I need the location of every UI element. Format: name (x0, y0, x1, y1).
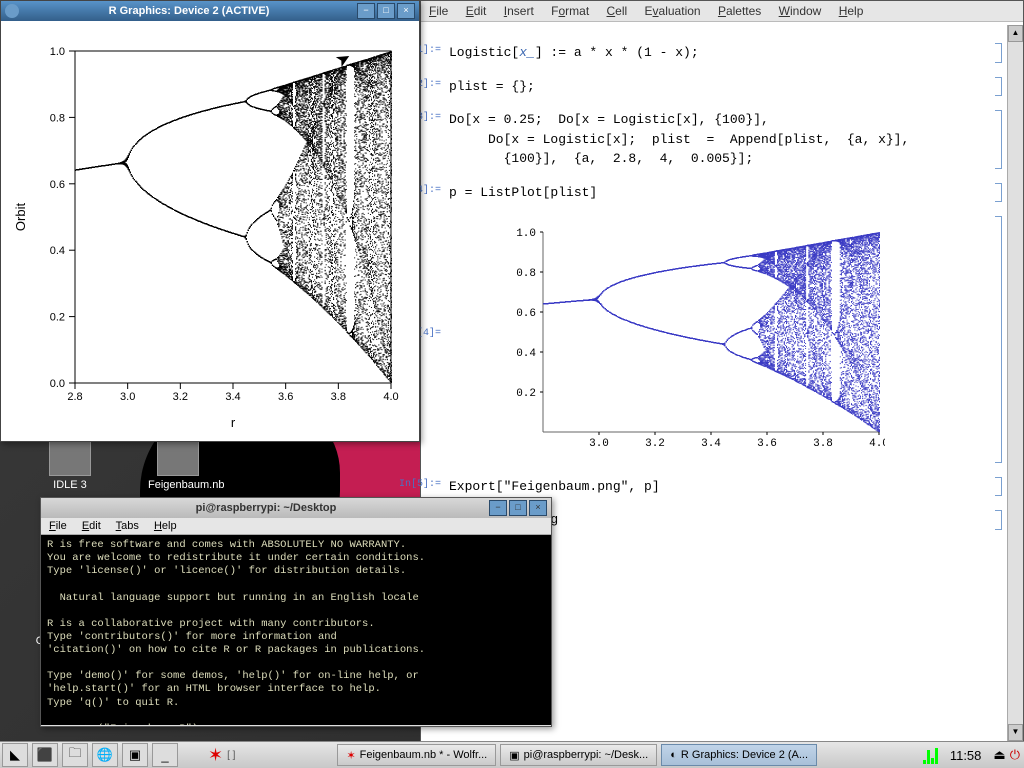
code-cell[interactable]: Do[x = 0.25; Do[x = Logistic[x], {100}],… (449, 112, 909, 166)
task-feigenbaum-nb[interactable]: ✶Feigenbaum.nb * - Wolfr... (337, 744, 496, 766)
menu-file[interactable]: File (429, 4, 448, 18)
svg-text:1.0: 1.0 (516, 228, 536, 240)
menu-help[interactable]: Help (154, 520, 177, 532)
scrollbar[interactable]: ▲ ▼ (1007, 25, 1023, 741)
titlebar[interactable]: R Graphics: Device 2 (ACTIVE) − □ × (1, 1, 419, 21)
maximize-button[interactable]: □ (509, 500, 527, 516)
scroll-down-icon[interactable]: ▼ (1008, 724, 1023, 741)
browser-icon[interactable]: 🌐 (92, 743, 118, 767)
separator: [ ] (227, 750, 235, 761)
menu-edit[interactable]: Edit (466, 4, 487, 18)
terminal-output[interactable]: R is free software and comes with ABSOLU… (41, 535, 551, 725)
svg-text:4.0: 4.0 (869, 438, 885, 450)
svg-text:3.0: 3.0 (589, 438, 609, 450)
r-bifurcation-plot: 2.83.03.23.43.63.84.00.00.20.40.60.81.0r… (13, 33, 407, 431)
menu-evaluation[interactable]: Evaluation (645, 4, 701, 18)
start-button[interactable]: ◣ (2, 743, 28, 767)
terminal-icon[interactable]: ▣ (122, 743, 148, 767)
system-tray: 11:58 ⏏ ⏻ (919, 746, 1024, 764)
task-r-graphics[interactable]: ◐R Graphics: Device 2 (A... (661, 744, 817, 766)
minimize-button[interactable]: − (489, 500, 507, 516)
svg-text:3.4: 3.4 (701, 438, 721, 450)
in-label: In[5]:= (399, 477, 439, 492)
svg-text:3.8: 3.8 (813, 438, 833, 450)
taskbar: ◣ ⬛ 🗀 🌐 ▣ _ ✶ [ ] ✶Feigenbaum.nb * - Wol… (0, 741, 1024, 768)
launcher-icon[interactable]: ⬛ (32, 743, 58, 767)
mathematica-menubar: File Edit Insert Format Cell Evaluation … (421, 1, 1023, 22)
eject-icon[interactable]: ⏏ (993, 747, 1005, 763)
svg-text:3.2: 3.2 (645, 438, 665, 450)
code-cell[interactable]: p = ListPlot[plist] (449, 185, 597, 200)
window-icon (5, 4, 19, 18)
terminal-menubar: File Edit Tabs Help (41, 518, 551, 535)
window-title: R Graphics: Device 2 (ACTIVE) (23, 5, 355, 17)
menu-format[interactable]: Format (551, 4, 589, 18)
svg-text:0.2: 0.2 (516, 388, 536, 400)
menu-edit[interactable]: Edit (82, 520, 101, 532)
menu-cell[interactable]: Cell (607, 4, 628, 18)
bluetooth-icon[interactable]: ⏻ (1010, 747, 1020, 763)
scroll-up-icon[interactable]: ▲ (1008, 25, 1023, 42)
window-title: pi@raspberrypi: ~/Desktop (45, 502, 487, 514)
r-graphics-window: R Graphics: Device 2 (ACTIVE) − □ × 2.83… (0, 0, 420, 442)
code-cell[interactable]: plist = {}; (449, 79, 535, 94)
clock[interactable]: 11:58 (942, 748, 990, 763)
code-cell[interactable]: Export["Feigenbaum.png", p] (449, 479, 660, 494)
code-cell[interactable]: Logistic[x_] := a * x * (1 - x); (449, 45, 699, 60)
menu-help[interactable]: Help (839, 4, 864, 18)
terminal-window: pi@raspberrypi: ~/Desktop − □ × File Edi… (40, 497, 552, 727)
cpu-monitor-icon[interactable] (923, 746, 938, 764)
minimize-button[interactable]: − (357, 3, 375, 19)
mathematica-bifurcation-plot: 3.0 3.2 3.4 3.6 3.8 4.0 0.2 0.4 0.6 0.8 1.0 (505, 226, 885, 456)
svg-text:0.8: 0.8 (516, 268, 536, 280)
menu-insert[interactable]: Insert (504, 4, 534, 18)
titlebar[interactable]: pi@raspberrypi: ~/Desktop − □ × (41, 498, 551, 518)
close-button[interactable]: × (529, 500, 547, 516)
file-manager-icon[interactable]: 🗀 (62, 743, 88, 767)
maximize-button[interactable]: □ (377, 3, 395, 19)
svg-text:0.6: 0.6 (516, 308, 536, 320)
menu-tabs[interactable]: Tabs (116, 520, 139, 532)
task-terminal[interactable]: ▣pi@raspberrypi: ~/Desk... (500, 744, 657, 766)
menu-window[interactable]: Window (779, 4, 822, 18)
menu-file[interactable]: File (49, 520, 67, 532)
close-button[interactable]: × (397, 3, 415, 19)
menu-palettes[interactable]: Palettes (718, 4, 761, 18)
mathematica-tray-icon[interactable]: ✶ (208, 745, 223, 766)
show-desktop-icon[interactable]: _ (152, 743, 178, 767)
svg-text:3.6: 3.6 (757, 438, 777, 450)
svg-text:0.4: 0.4 (516, 348, 536, 360)
